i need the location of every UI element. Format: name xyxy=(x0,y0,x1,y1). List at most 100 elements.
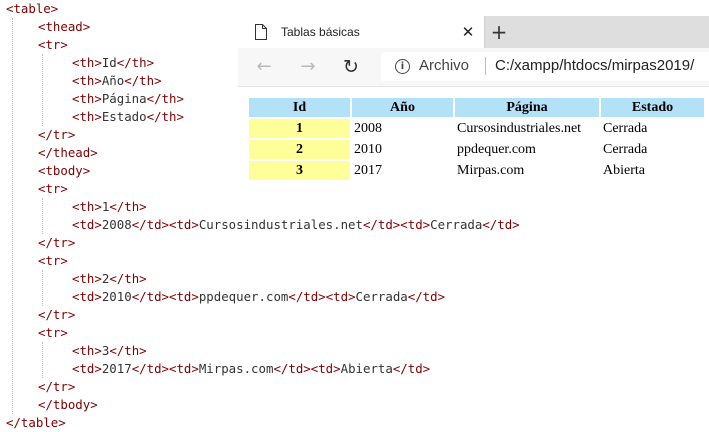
code-text: Cerrada xyxy=(355,289,408,304)
address-url[interactable]: C:/xampp/htdocs/mirpas2019/ xyxy=(495,57,694,75)
code-text: 2010 xyxy=(101,289,132,304)
code-tag: </th> xyxy=(124,73,162,88)
code-tag: <td> xyxy=(72,217,102,232)
row-id-cell: 1 xyxy=(249,119,350,138)
code-tag: </th> xyxy=(146,109,184,124)
code-tag: </td> xyxy=(362,217,401,232)
code-line: <th>1</th> xyxy=(72,198,147,216)
code-tag: </tr> xyxy=(38,235,76,250)
reload-icon[interactable]: ↻ xyxy=(340,57,362,77)
code-tag: </table> xyxy=(6,415,66,430)
plus-icon[interactable]: + xyxy=(488,21,510,43)
code-line: <tr> xyxy=(38,180,68,198)
code-tag: </td> xyxy=(131,217,169,232)
code-tag: <td> xyxy=(325,289,356,304)
code-line: <th>Página</th> xyxy=(72,90,184,108)
pagina-cell: ppdequer.com xyxy=(455,140,599,159)
tab-tablas-basicas[interactable]: Tablas básicas ✕ xyxy=(238,16,485,48)
code-tag: </td> xyxy=(392,361,431,376)
code-text: ppdequer.com xyxy=(198,289,289,304)
code-text: Mirpas.com xyxy=(198,361,274,376)
code-tag: </tr> xyxy=(38,307,76,322)
code-tag: <tbody> xyxy=(38,163,91,178)
table-row: 3 2017 Mirpas.com Abierta xyxy=(249,161,704,180)
code-tag: </tbody> xyxy=(38,397,98,412)
pagina-cell: Mirpas.com xyxy=(455,161,599,180)
code-tag: <td> xyxy=(169,217,199,232)
header-pagina: Página xyxy=(455,98,599,117)
indent-guide xyxy=(12,18,13,414)
estado-cell: Cerrada xyxy=(601,119,704,138)
arrow-right-icon[interactable]: → xyxy=(297,57,319,77)
anio-cell: 2008 xyxy=(352,119,453,138)
code-line: <td>2017</td><td>Mirpas.com</td><td>Abie… xyxy=(72,360,430,378)
code-tag: </td> xyxy=(131,289,169,304)
code-line: <tbody> xyxy=(38,162,90,180)
code-text: Año xyxy=(101,73,125,88)
code-text: 2008 xyxy=(101,217,132,232)
code-tag: <thead> xyxy=(38,19,91,34)
pagina-cell: Cursosindustriales.net xyxy=(455,119,599,138)
code-tag: </td> xyxy=(273,361,311,376)
code-line: <th>3</th> xyxy=(72,342,147,360)
address-divider xyxy=(485,57,486,75)
estado-cell: Abierta xyxy=(601,161,704,180)
header-anio: Año xyxy=(352,98,453,117)
indent-guide xyxy=(42,198,43,234)
code-text: Estado xyxy=(101,109,147,124)
code-tag: <th> xyxy=(72,91,102,106)
code-tag: <td> xyxy=(400,217,431,232)
code-tag: </td> xyxy=(288,289,326,304)
code-line: <th>Año</th> xyxy=(72,72,162,90)
code-tag: </th> xyxy=(116,55,155,70)
tab-bar: Tablas básicas ✕ + xyxy=(238,16,709,48)
code-tag: <td> xyxy=(72,289,102,304)
code-tag: <th> xyxy=(72,199,102,214)
navigation-bar: ← → ↻ i Archivo C:/xampp/htdocs/mirpas20… xyxy=(238,48,709,87)
code-tag: <th> xyxy=(72,73,102,88)
code-line: </tr> xyxy=(38,378,75,396)
code-tag: </td> xyxy=(482,217,520,232)
code-line: <th>2</th> xyxy=(72,270,147,288)
anio-cell: 2010 xyxy=(352,140,453,159)
code-text: Id xyxy=(101,55,117,70)
code-line: </thead> xyxy=(38,144,98,162)
code-tag: <th> xyxy=(72,109,102,124)
indent-guide xyxy=(42,342,43,378)
code-line: <tr> xyxy=(38,36,68,54)
table-header-row: Id Año Página Estado xyxy=(249,98,704,117)
code-text: Cursosindustriales.net xyxy=(198,217,363,232)
code-line: <th>Estado</th> xyxy=(72,108,184,126)
arrow-left-icon[interactable]: ← xyxy=(253,57,275,77)
code-line: </table> xyxy=(6,414,66,432)
code-tag: </td> xyxy=(407,289,446,304)
close-icon[interactable]: ✕ xyxy=(459,22,477,42)
address-bar[interactable]: i Archivo C:/xampp/htdocs/mirpas2019/ xyxy=(381,52,709,81)
code-tag: <td> xyxy=(169,289,199,304)
row-id-cell: 2 xyxy=(249,140,350,159)
address-scheme-label: Archivo xyxy=(419,57,470,74)
header-estado: Estado xyxy=(601,98,704,117)
table-row: 1 2008 Cursosindustriales.net Cerrada xyxy=(249,119,704,138)
code-line: <td>2008</td><td>Cursosindustriales.net<… xyxy=(72,216,520,234)
estado-cell: Cerrada xyxy=(601,140,704,159)
code-tag: <tr> xyxy=(38,37,68,52)
code-line: <table> xyxy=(6,0,58,18)
code-line: <tr> xyxy=(38,252,68,270)
code-tag: <tr> xyxy=(38,181,68,196)
code-tag: <table> xyxy=(6,1,59,16)
code-tag: <th> xyxy=(72,55,102,70)
info-icon[interactable]: i xyxy=(395,59,410,74)
code-tag: </th> xyxy=(109,271,147,286)
row-id-cell: 3 xyxy=(249,161,350,180)
indent-guide xyxy=(42,270,43,306)
code-tag: </th> xyxy=(109,199,147,214)
code-line: <thead> xyxy=(38,18,90,36)
code-text: 2017 xyxy=(101,361,132,376)
code-line: <th>Id</th> xyxy=(72,54,154,72)
indent-guide xyxy=(42,54,43,126)
code-line: </tr> xyxy=(38,306,75,324)
code-tag: </td> xyxy=(131,361,169,376)
code-line: </tr> xyxy=(38,126,75,144)
code-tag: <th> xyxy=(72,343,102,358)
